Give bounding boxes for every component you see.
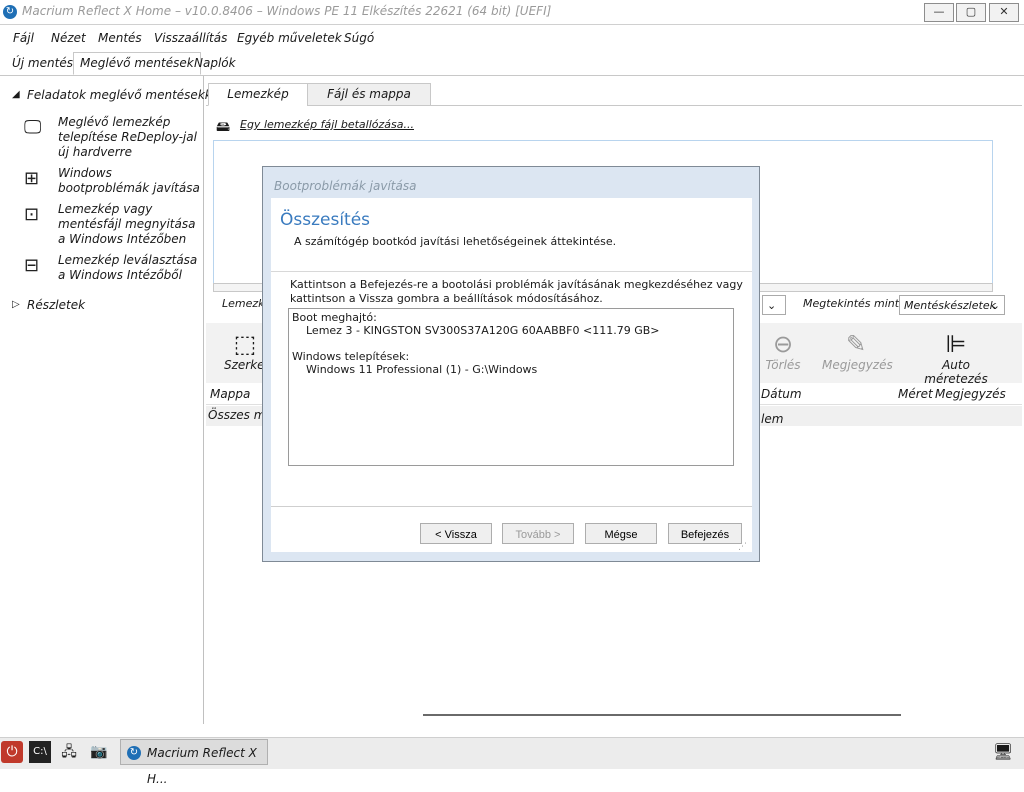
monitor-icon: 🖵 — [24, 117, 42, 138]
windows-installs-label: Windows telepítések: — [292, 350, 410, 363]
column-size[interactable]: Méret — [898, 387, 933, 401]
menu-backup[interactable]: Mentés — [98, 31, 142, 45]
menu-view[interactable]: Nézet — [51, 31, 86, 45]
menu-bar: Fájl Nézet Mentés Visszaállítás Egyéb mű… — [0, 26, 1024, 50]
cancel-button[interactable]: Mégse — [585, 523, 657, 544]
main-tabs: Új mentés Meglévő mentések Naplók — [0, 51, 1024, 76]
delete-label: Törlés — [765, 358, 801, 372]
browse-image-icon[interactable]: 🖴 — [216, 116, 230, 140]
edit-button[interactable]: ⬚ Szerkes — [224, 330, 271, 372]
task-redeploy-label: Meglévő lemezkép telepítése ReDeploy-jal… — [58, 115, 197, 159]
next-button[interactable]: Tovább > — [502, 523, 574, 544]
autosize-button[interactable]: ⊫ Auto méretezés — [912, 330, 1000, 386]
back-button[interactable]: < Vissza — [420, 523, 492, 544]
tab-existing-backups[interactable]: Meglévő mentések — [73, 52, 201, 75]
maximize-icon: ▢ — [965, 5, 977, 18]
preview-select-value: Mentéskészletek — [904, 299, 996, 312]
dialog-title: Bootproblémák javítása — [274, 179, 417, 193]
menu-restore[interactable]: Visszaállítás — [154, 31, 227, 45]
boot-drive-label: Boot meghajtó: — [292, 311, 377, 324]
task-fix-boot-label: Windows bootproblémák javítása — [58, 166, 200, 195]
autosize-columns-icon: ⊫ — [945, 330, 967, 358]
screenshot-icon[interactable]: 📷 — [88, 741, 110, 763]
summary-box[interactable]: Boot meghajtó: Lemez 3 - KINGSTON SV300S… — [288, 308, 734, 466]
preview-label: Megtekintés mint — [803, 297, 900, 310]
bottom-scrollbar[interactable] — [423, 714, 901, 716]
power-icon[interactable]: ⏻ — [1, 741, 23, 763]
finish-button[interactable]: Befejezés — [668, 523, 742, 544]
task-unmount-image-label: Lemezkép leválasztása a Windows Intézőbő… — [58, 253, 198, 282]
window-title: Macrium Reflect X Home – v10.0.8406 – Wi… — [22, 4, 552, 18]
autosize-label: Auto méretezés — [924, 358, 988, 386]
image-sub-tabs: Lemezkép Fájl és mappa — [206, 83, 1022, 106]
dialog-heading: Összesítés — [280, 210, 371, 230]
network-icon[interactable]: 🖧 — [58, 741, 80, 763]
column-date[interactable]: Dátum — [761, 387, 802, 401]
browse-image-link[interactable]: Egy lemezkép fájl betallózása... — [240, 118, 414, 131]
details-section-title[interactable]: Részletek — [27, 298, 85, 312]
column-note[interactable]: Megjegyzés — [935, 387, 1006, 401]
filter-dropdown[interactable]: ⌄ — [762, 295, 786, 315]
unmount-disk-icon: ⊟ — [24, 255, 40, 276]
column-folder[interactable]: Mappa — [210, 387, 250, 401]
task-mount-image[interactable]: ⊡ Lemezkép vagy mentésfájl megnyitása a … — [24, 202, 200, 248]
chevron-down-icon: ⌄ — [990, 299, 1000, 312]
menu-help[interactable]: Súgó — [344, 31, 374, 45]
minus-circle-icon: ⊖ — [772, 330, 794, 358]
tab-new-backup[interactable]: Új mentés — [6, 53, 79, 74]
note-label: Megjegyzés — [822, 358, 893, 372]
macrium-logo-icon: ↻ — [3, 5, 17, 19]
delete-button[interactable]: ⊖ Törlés — [762, 330, 804, 372]
tab-file-folder[interactable]: Fájl és mappa — [307, 83, 431, 106]
tasks-section-title: Feladatok meglévő mentésekkel — [27, 88, 223, 102]
menu-file[interactable]: Fájl — [13, 31, 34, 45]
task-fix-boot[interactable]: ⊞ Windows bootproblémák javítása — [24, 166, 200, 198]
tab-disk-image[interactable]: Lemezkép — [208, 83, 308, 106]
macrium-logo-icon: ↻ — [127, 746, 141, 760]
mount-disk-icon: ⊡ — [24, 204, 40, 225]
close-button[interactable]: ✕ — [989, 3, 1019, 22]
task-mount-image-label: Lemezkép vagy mentésfájl megnyitása a Wi… — [58, 202, 196, 246]
pencil-icon: ✎ — [845, 330, 867, 358]
chevron-down-icon: ⌄ — [767, 299, 777, 312]
minimize-button[interactable]: — — [924, 3, 954, 22]
maximize-button[interactable]: ▢ — [956, 3, 986, 22]
command-prompt-icon[interactable]: C:\ — [29, 741, 51, 763]
preview-as-select[interactable]: Mentéskészletek ⌄ — [899, 295, 1005, 315]
dialog-instruction: Kattintson a Befejezés-re a bootolási pr… — [290, 278, 743, 305]
tab-logs[interactable]: Naplók — [188, 53, 242, 74]
taskbar-macrium-app[interactable]: ↻ Macrium Reflect X H... — [120, 739, 268, 786]
expand-triangle-icon[interactable]: ▷ — [12, 299, 20, 310]
row-date-cell: lem — [761, 412, 784, 426]
menu-other-tasks[interactable]: Egyéb műveletek — [237, 31, 342, 45]
windows-installs-value: Windows 11 Professional (1) - G:\Windows — [306, 363, 538, 376]
system-tray-network-icon[interactable]: 🖥 — [992, 741, 1014, 763]
dialog-subheading: A számítógép bootkód javítási lehetősége… — [294, 235, 617, 248]
edit-icon: ⬚ — [233, 330, 257, 358]
task-unmount-image[interactable]: ⊟ Lemezkép leválasztása a Windows Intéző… — [24, 253, 200, 285]
close-icon: ✕ — [999, 5, 1009, 18]
dialog-separator — [271, 506, 752, 507]
minimize-icon: — — [933, 5, 945, 18]
resize-grip-icon[interactable]: ⋰ — [738, 542, 750, 554]
note-button[interactable]: ✎ Megjegyzés — [822, 330, 893, 372]
task-redeploy[interactable]: 🖵 Meglévő lemezkép telepítése ReDeploy-j… — [24, 115, 200, 161]
boot-drive-value: Lemez 3 - KINGSTON SV300S37A120G 60AABBF… — [306, 324, 660, 337]
collapse-triangle-icon[interactable]: ◢ — [12, 89, 20, 100]
windows-repair-icon: ⊞ — [24, 168, 40, 189]
